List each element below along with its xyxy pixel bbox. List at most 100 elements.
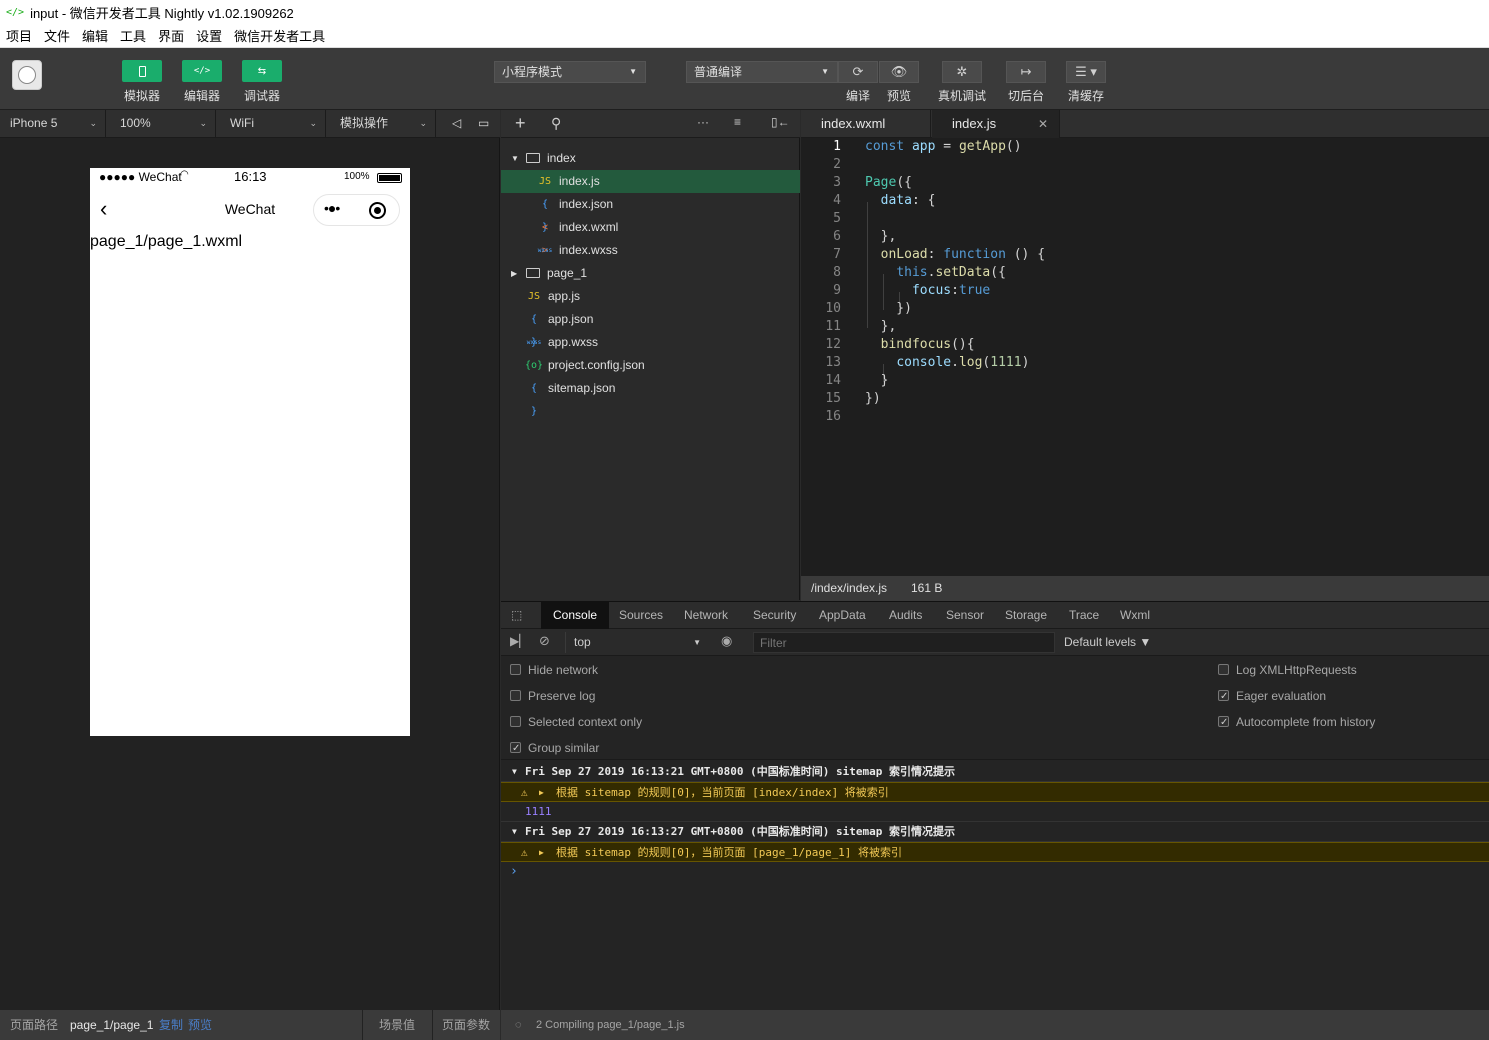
- console-option-preserve-log[interactable]: Preserve log: [510, 686, 595, 706]
- file-tree-item[interactable]: {o} project.config.json: [501, 354, 800, 377]
- console-option-selected-context-only[interactable]: Selected context only: [510, 712, 642, 732]
- phone-screen[interactable]: ●●●●● WeChat ◠ 16:13 100% ‹ WeChat •●• p…: [90, 168, 410, 736]
- preview-path-link[interactable]: 预览: [188, 1010, 212, 1040]
- clear-console-icon[interactable]: ⊘: [539, 633, 550, 649]
- simulator-toggle-button[interactable]: [122, 60, 162, 82]
- file-tree-item[interactable]: { } app.json: [501, 308, 800, 348]
- inspect-element-icon[interactable]: ⬚: [511, 608, 522, 622]
- json-file-icon: { }: [530, 383, 538, 417]
- file-tree-item[interactable]: { } sitemap.json: [501, 377, 800, 417]
- compile-status-text: 2 Compiling page_1/page_1.js: [536, 1019, 685, 1031]
- checkbox-icon[interactable]: [510, 690, 521, 701]
- detach-window-button[interactable]: ▭: [472, 110, 498, 137]
- editor-toggle-button[interactable]: </>: [182, 60, 222, 82]
- menu-item-file[interactable]: 文件: [38, 26, 76, 45]
- sidebar-toggle-icon[interactable]: ▶▏: [510, 634, 528, 648]
- console-option-hide-network[interactable]: Hide network: [510, 660, 598, 680]
- close-icon[interactable]: ✕: [1038, 110, 1048, 138]
- console-group-header[interactable]: ▼ Fri Sep 27 2019 16:13:27 GMT+0800 (中国标…: [501, 822, 1489, 842]
- more-dots-icon[interactable]: •●•: [324, 200, 340, 216]
- checkbox-icon[interactable]: [1218, 664, 1229, 675]
- scene-value-button[interactable]: 场景值: [379, 1010, 415, 1040]
- file-tree-item[interactable]: < > index.wxml: [501, 216, 800, 256]
- console-option-log-xmlhttprequests[interactable]: Log XMLHttpRequests: [1218, 660, 1357, 680]
- file-tree-label: index.wxss: [559, 243, 618, 257]
- checkbox-icon[interactable]: [1218, 687, 1229, 707]
- devtools-tab-trace[interactable]: Trace: [1069, 602, 1099, 629]
- console-option-autocomplete-from-history[interactable]: Autocomplete from history: [1218, 712, 1375, 733]
- zoom-select[interactable]: 100% ⌄: [110, 110, 216, 137]
- file-tree-label: page_1: [547, 266, 588, 280]
- compile-button[interactable]: ⟳: [838, 61, 878, 83]
- tab-index-wxml[interactable]: index.wxml: [801, 110, 931, 138]
- context-select[interactable]: top ▼: [565, 632, 705, 653]
- tab-index-js[interactable]: index.js ✕: [932, 110, 1060, 138]
- code-editor[interactable]: 1 2 3 4 5 6 7 8 9 10 11 12 13 14 15 16 const app = getA…: [801, 138, 1489, 576]
- close-miniprogram-icon[interactable]: [369, 202, 386, 219]
- expand-arrow-icon[interactable]: ▶: [539, 843, 544, 863]
- devtools-tab-storage[interactable]: Storage: [1005, 602, 1047, 629]
- devtools-tab-sources[interactable]: Sources: [619, 602, 663, 629]
- menu-item-tools[interactable]: 工具: [114, 26, 152, 45]
- expand-arrow-icon[interactable]: ▶: [539, 783, 544, 803]
- code-line-8: this.setData({: [896, 265, 1006, 280]
- devtools-tab-security[interactable]: Security: [753, 602, 796, 629]
- console-filter-input[interactable]: [753, 632, 1055, 653]
- user-avatar[interactable]: [12, 60, 42, 90]
- devtools-tab-network[interactable]: Network: [684, 602, 728, 629]
- add-file-icon[interactable]: +: [515, 113, 526, 134]
- file-tree-item[interactable]: JS app.js: [501, 285, 800, 308]
- mode-select[interactable]: 小程序模式 ▼: [494, 61, 646, 83]
- devtools-tab-console[interactable]: Console: [541, 602, 610, 629]
- divider: [362, 1010, 363, 1040]
- file-tree-item[interactable]: wxss app.wxss: [501, 331, 800, 354]
- menu-item-view[interactable]: 界面: [152, 26, 190, 45]
- file-tree-item[interactable]: ▼ index: [501, 147, 800, 170]
- collapse-all-icon[interactable]: ≡: [734, 115, 741, 129]
- device-select[interactable]: iPhone 5 ⌄: [0, 110, 106, 137]
- menu-item-settings[interactable]: 设置: [190, 26, 228, 45]
- file-tree-item[interactable]: wxss index.wxss: [501, 239, 800, 262]
- volume-button[interactable]: ◁: [444, 110, 470, 137]
- file-tree-item[interactable]: ▶ page_1: [501, 262, 800, 285]
- clear-cache-button[interactable]: ☰ ▾: [1066, 61, 1106, 83]
- zoom-value: 100%: [120, 116, 151, 130]
- debugger-toggle-button[interactable]: ⇆: [242, 60, 282, 82]
- checkbox-icon[interactable]: [510, 716, 521, 727]
- switch-out-icon: ↦: [1020, 64, 1032, 79]
- live-expression-eye-icon[interactable]: ◉: [721, 633, 732, 649]
- file-tree-item[interactable]: { } index.json: [501, 193, 800, 233]
- devtools-tab-appdata[interactable]: AppData: [819, 602, 866, 629]
- console-group-header[interactable]: ▼ Fri Sep 27 2019 16:13:21 GMT+0800 (中国标…: [501, 762, 1489, 782]
- preview-button[interactable]: 👁: [879, 61, 919, 83]
- devtools-tab-sensor[interactable]: Sensor: [946, 602, 984, 629]
- code-line-7: onLoad: function () {: [880, 247, 1046, 262]
- file-tree-item[interactable]: JS index.js: [501, 170, 800, 193]
- console-prompt[interactable]: ›: [501, 862, 1489, 882]
- compile-select[interactable]: 普通编译 ▼: [686, 61, 838, 83]
- spinner-icon: ◌: [515, 1019, 522, 1031]
- search-icon[interactable]: ⚲: [551, 115, 561, 132]
- checkbox-icon[interactable]: [510, 739, 521, 759]
- menu-item-edit[interactable]: 编辑: [76, 26, 114, 45]
- checkbox-icon[interactable]: [510, 664, 521, 675]
- checkbox-icon[interactable]: [1218, 713, 1229, 733]
- menu-item-devtools[interactable]: 微信开发者工具: [228, 26, 331, 45]
- background-button[interactable]: ↦: [1006, 61, 1046, 83]
- remote-debug-button[interactable]: ✲: [942, 61, 982, 83]
- operation-select[interactable]: 模拟操作 ⌄: [330, 110, 436, 137]
- devtools-tab-audits[interactable]: Audits: [889, 602, 922, 629]
- avatar-face-icon: [18, 66, 36, 84]
- code-line-15: }): [865, 391, 881, 406]
- console-option-group-similar[interactable]: Group similar: [510, 738, 599, 759]
- console-option-eager-evaluation[interactable]: Eager evaluation: [1218, 686, 1326, 707]
- network-select[interactable]: WiFi ⌄: [220, 110, 326, 137]
- more-options-icon[interactable]: ···: [697, 115, 709, 129]
- menu-item-project[interactable]: 项目: [0, 26, 38, 45]
- toggle-panel-icon[interactable]: ▯←: [771, 115, 790, 129]
- file-tree-label: app.json: [548, 312, 594, 326]
- devtools-tab-wxml[interactable]: Wxml: [1120, 602, 1150, 629]
- copy-path-link[interactable]: 复制: [159, 1010, 183, 1040]
- page-params-button[interactable]: 页面参数: [442, 1010, 490, 1040]
- log-levels-select[interactable]: Default levels ▼: [1064, 635, 1151, 649]
